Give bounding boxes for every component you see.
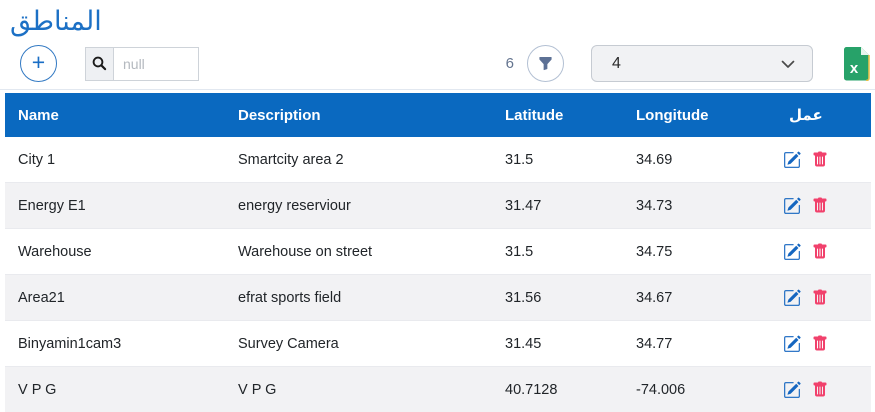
table-row: Binyamin1cam3 Survey Camera 31.45 34.77: [5, 321, 871, 367]
search-icon: [85, 47, 113, 81]
plus-icon: +: [32, 51, 45, 74]
toolbar-divider: [0, 89, 875, 90]
column-header-description: Description: [225, 93, 492, 137]
table-row: Warehouse Warehouse on street 31.5 34.75: [5, 229, 871, 275]
column-header-longitude: Longitude: [623, 93, 770, 137]
cell-description: Smartcity area 2: [225, 137, 492, 183]
cell-longitude: -74.006: [623, 367, 770, 412]
trash-icon: [812, 289, 828, 306]
page-title: المناطق: [0, 0, 875, 40]
table-row: Energy E1 energy reserviour 31.47 34.73: [5, 183, 871, 229]
cell-description: Warehouse on street: [225, 229, 492, 275]
delete-button[interactable]: [812, 243, 828, 260]
column-header-latitude: Latitude: [492, 93, 623, 137]
page-size-value: 4: [612, 55, 621, 73]
page-size-select[interactable]: 4: [591, 45, 813, 82]
cell-latitude: 31.45: [492, 321, 623, 367]
excel-icon: x: [842, 46, 870, 81]
filter-button[interactable]: [527, 45, 564, 82]
cell-description: energy reserviour: [225, 183, 492, 229]
cell-name: V P G: [5, 367, 225, 412]
cell-longitude: 34.77: [623, 321, 770, 367]
trash-icon: [812, 243, 828, 260]
cell-description: V P G: [225, 367, 492, 412]
search-group: [85, 47, 199, 81]
pencil-square-icon: [783, 335, 801, 353]
pencil-square-icon: [783, 197, 801, 215]
edit-button[interactable]: [783, 197, 801, 215]
pencil-square-icon: [783, 151, 801, 169]
edit-button[interactable]: [783, 289, 801, 307]
cell-longitude: 34.67: [623, 275, 770, 321]
cell-longitude: 34.69: [623, 137, 770, 183]
delete-button[interactable]: [812, 381, 828, 398]
cell-latitude: 40.7128: [492, 367, 623, 412]
delete-button[interactable]: [812, 197, 828, 214]
cell-name: City 1: [5, 137, 225, 183]
toolbar: + 6 4: [20, 45, 870, 82]
cell-latitude: 31.56: [492, 275, 623, 321]
cell-longitude: 34.75: [623, 229, 770, 275]
trash-icon: [812, 381, 828, 398]
add-region-button[interactable]: +: [20, 45, 57, 82]
trash-icon: [812, 151, 828, 168]
edit-button[interactable]: [783, 335, 801, 353]
cell-description: Survey Camera: [225, 321, 492, 367]
table-row: Area21 efrat sports field 31.56 34.67: [5, 275, 871, 321]
trash-icon: [812, 197, 828, 214]
edit-button[interactable]: [783, 381, 801, 399]
table-row: City 1 Smartcity area 2 31.5 34.69: [5, 137, 871, 183]
column-header-name: Name: [5, 93, 225, 137]
chevron-down-icon: [780, 56, 796, 72]
cell-longitude: 34.73: [623, 183, 770, 229]
cell-name: Area21: [5, 275, 225, 321]
cell-name: Energy E1: [5, 183, 225, 229]
result-count: 6: [506, 55, 514, 72]
column-header-actions: عمل: [770, 93, 871, 137]
svg-text:x: x: [850, 60, 859, 77]
cell-latitude: 31.5: [492, 137, 623, 183]
delete-button[interactable]: [812, 151, 828, 168]
trash-icon: [812, 335, 828, 352]
regions-page: المناطق + 6 4: [0, 0, 875, 412]
funnel-icon: [538, 56, 553, 71]
pencil-square-icon: [783, 381, 801, 399]
edit-button[interactable]: [783, 151, 801, 169]
regions-table: Name Description Latitude Longitude عمل …: [5, 93, 871, 412]
cell-name: Binyamin1cam3: [5, 321, 225, 367]
table-header-row: Name Description Latitude Longitude عمل: [5, 93, 871, 137]
export-excel-button[interactable]: x: [842, 46, 870, 81]
cell-latitude: 31.47: [492, 183, 623, 229]
pencil-square-icon: [783, 289, 801, 307]
table-row: V P G V P G 40.7128 -74.006: [5, 367, 871, 412]
pencil-square-icon: [783, 243, 801, 261]
edit-button[interactable]: [783, 243, 801, 261]
search-input[interactable]: [113, 47, 199, 81]
cell-latitude: 31.5: [492, 229, 623, 275]
cell-name: Warehouse: [5, 229, 225, 275]
delete-button[interactable]: [812, 289, 828, 306]
cell-description: efrat sports field: [225, 275, 492, 321]
delete-button[interactable]: [812, 335, 828, 352]
